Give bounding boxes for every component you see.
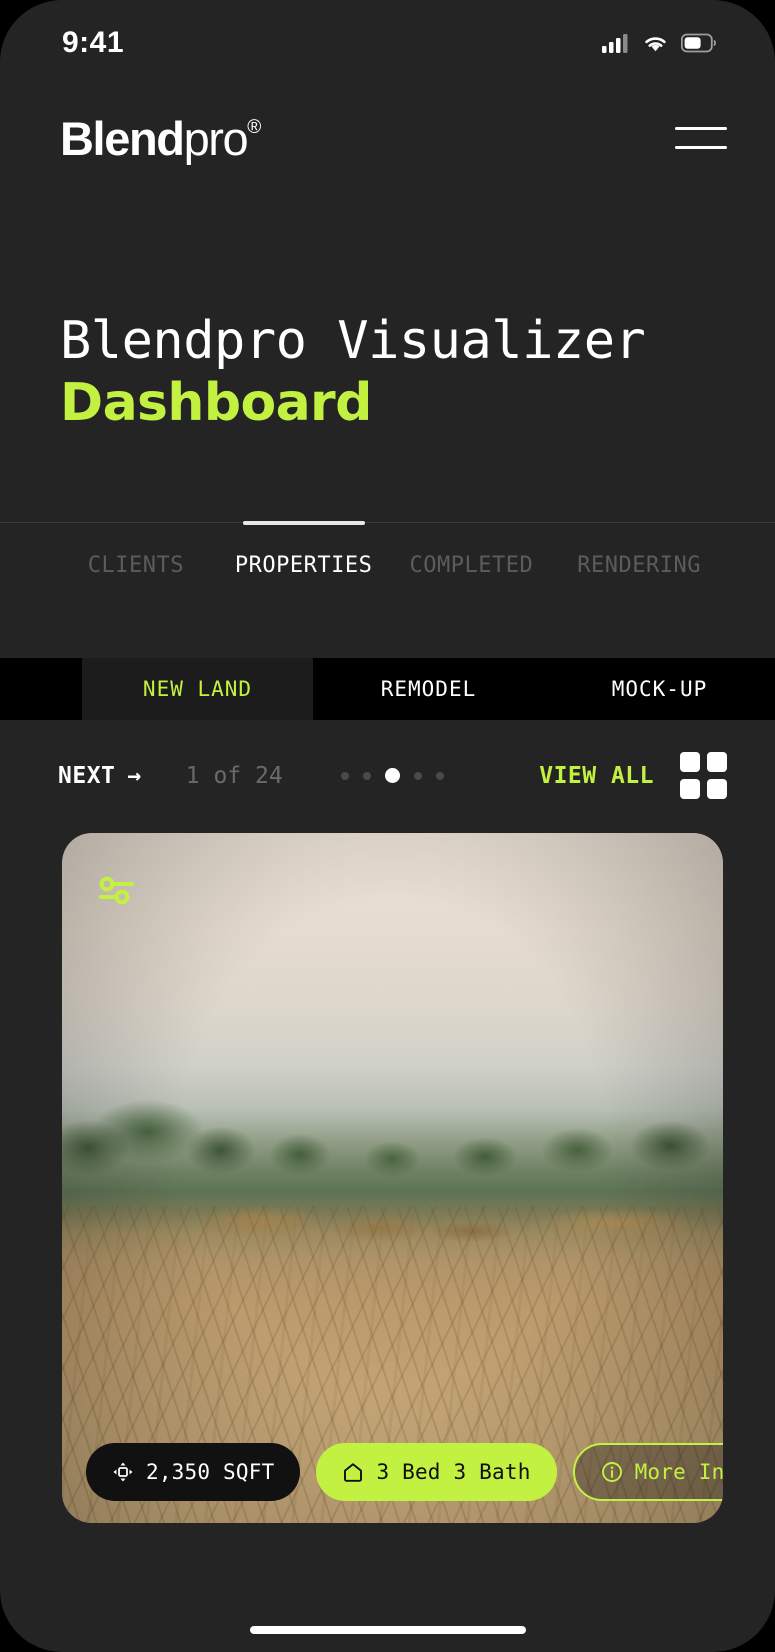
page-title: Blendpro Visualizer bbox=[60, 311, 646, 371]
sqft-label: 2,350 SQFT bbox=[146, 1460, 275, 1485]
status-bar: 9:41 bbox=[0, 0, 775, 86]
hamburger-menu-icon[interactable] bbox=[675, 121, 727, 155]
tab-completed[interactable]: COMPLETED bbox=[388, 523, 556, 596]
primary-tab-bar: CLIENTS PROPERTIES COMPLETED RENDERING bbox=[0, 522, 775, 596]
tab-rendering[interactable]: RENDERING bbox=[555, 523, 723, 596]
tab-remodel[interactable]: REMODEL bbox=[313, 658, 544, 721]
resize-area-icon bbox=[113, 1462, 133, 1482]
logo-registered-mark: ® bbox=[247, 116, 261, 138]
status-time: 9:41 bbox=[62, 26, 125, 59]
sqft-pill[interactable]: 2,350 SQFT bbox=[86, 1443, 301, 1502]
carousel-dots[interactable] bbox=[340, 768, 444, 784]
menu-line-top bbox=[675, 127, 727, 130]
home-icon bbox=[344, 1463, 363, 1483]
grid-cell bbox=[707, 779, 727, 800]
carousel-counter: 1 of 24 bbox=[185, 762, 283, 789]
carousel-dot[interactable] bbox=[435, 771, 444, 780]
info-icon bbox=[601, 1462, 622, 1483]
grid-cell bbox=[707, 752, 727, 773]
carousel-nav-row: NEXT → 1 of 24 VIEW ALL bbox=[0, 720, 775, 800]
arrow-right-icon: → bbox=[127, 762, 142, 789]
app-screen: 9:41 Blend pro ® Blendpro Visualizer Das… bbox=[0, 0, 775, 1652]
battery-icon bbox=[681, 33, 716, 53]
beds-baths-label: 3 Bed 3 Bath bbox=[376, 1460, 531, 1485]
carousel-dot[interactable] bbox=[340, 771, 349, 780]
tab-properties[interactable]: PROPERTIES bbox=[220, 523, 388, 596]
top-bar: Blend pro ® bbox=[0, 86, 775, 190]
wifi-icon bbox=[645, 37, 666, 52]
tab-new-land[interactable]: NEW LAND bbox=[82, 658, 313, 721]
grid-view-icon[interactable] bbox=[680, 752, 727, 800]
secondary-tab-bar: NEW LAND REMODEL MOCK-UP bbox=[0, 658, 775, 721]
sliders-settings-icon[interactable] bbox=[98, 875, 136, 905]
status-icons bbox=[602, 33, 717, 53]
view-all-button[interactable]: VIEW ALL bbox=[539, 763, 654, 789]
cellular-signal-icon bbox=[602, 34, 628, 53]
page-subtitle: Dashboard bbox=[60, 373, 372, 434]
logo-text-bold: Blend bbox=[60, 111, 185, 165]
grid-cell bbox=[680, 779, 700, 800]
next-button[interactable]: NEXT → bbox=[58, 763, 142, 789]
next-label: NEXT bbox=[58, 762, 116, 789]
card-vignette bbox=[62, 833, 723, 1524]
more-info-label: More Info bbox=[634, 1460, 723, 1485]
hero-section: Blendpro Visualizer Dashboard bbox=[0, 190, 775, 432]
carousel-dot[interactable] bbox=[413, 771, 422, 780]
logo-text-light: pro bbox=[183, 111, 249, 165]
secondary-tab-spacer bbox=[0, 658, 82, 721]
property-card[interactable]: 2,350 SQFT 3 Bed 3 Bath More Info bbox=[62, 833, 723, 1524]
more-info-pill[interactable]: More Info bbox=[572, 1443, 723, 1502]
beds-baths-pill[interactable]: 3 Bed 3 Bath bbox=[316, 1443, 557, 1502]
phone-frame: 9:41 Blend pro ® Blendpro Visualizer Das… bbox=[0, 0, 775, 1652]
tab-clients[interactable]: CLIENTS bbox=[52, 523, 220, 596]
carousel-dot[interactable] bbox=[362, 771, 371, 780]
carousel-dot-active[interactable] bbox=[384, 768, 400, 784]
home-indicator[interactable] bbox=[249, 1626, 526, 1634]
card-pill-row: 2,350 SQFT 3 Bed 3 Bath More Info bbox=[86, 1443, 723, 1502]
tab-mock-up[interactable]: MOCK-UP bbox=[544, 658, 775, 721]
menu-line-bottom bbox=[675, 146, 727, 149]
app-logo[interactable]: Blend pro ® bbox=[60, 111, 261, 165]
grid-cell bbox=[680, 752, 700, 773]
